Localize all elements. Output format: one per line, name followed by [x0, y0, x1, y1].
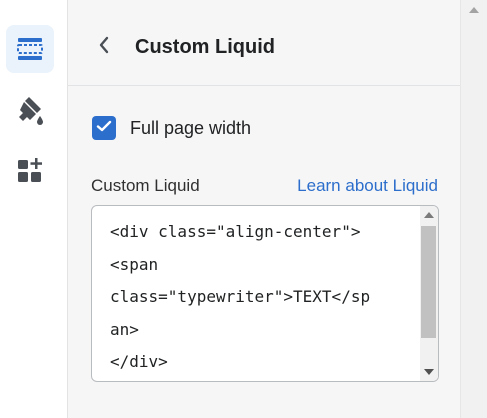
checkmark-icon	[96, 119, 112, 137]
editor-sidebar-rail	[0, 0, 68, 418]
section-settings-panel: Custom Liquid Full page width Custom Liq…	[68, 0, 460, 418]
panel-scroll-up-arrow-icon[interactable]	[469, 7, 479, 13]
scroll-up-arrow-icon[interactable]	[424, 212, 434, 218]
chevron-left-icon	[98, 36, 110, 59]
paint-brush-icon	[16, 95, 44, 125]
learn-about-liquid-link[interactable]: Learn about Liquid	[297, 176, 438, 196]
custom-liquid-label: Custom Liquid	[91, 176, 200, 195]
theme-settings-button[interactable]	[6, 86, 54, 134]
textarea-scrollbar[interactable]	[420, 206, 438, 381]
back-button[interactable]	[90, 33, 118, 61]
panel-title: Custom Liquid	[135, 36, 275, 58]
full-page-width-label: Full page width	[130, 117, 252, 138]
sections-button[interactable]	[6, 25, 54, 73]
custom-liquid-code[interactable]: <div class="align-center"> <span class="…	[110, 216, 410, 379]
scroll-down-arrow-icon[interactable]	[424, 369, 434, 375]
scrollbar-thumb[interactable]	[421, 226, 436, 338]
full-page-width-setting[interactable]: Full page width	[92, 116, 251, 140]
theme-editor: Custom Liquid Full page width Custom Liq…	[0, 0, 487, 418]
panel-scrollbar[interactable]	[460, 0, 487, 418]
custom-liquid-textarea[interactable]: <div class="align-center"> <span class="…	[91, 205, 439, 382]
full-page-width-checkbox[interactable]	[92, 116, 116, 140]
sections-icon	[17, 38, 43, 60]
apps-button[interactable]	[6, 146, 54, 194]
panel-header: Custom Liquid	[68, 0, 460, 86]
apps-add-icon	[17, 157, 43, 183]
